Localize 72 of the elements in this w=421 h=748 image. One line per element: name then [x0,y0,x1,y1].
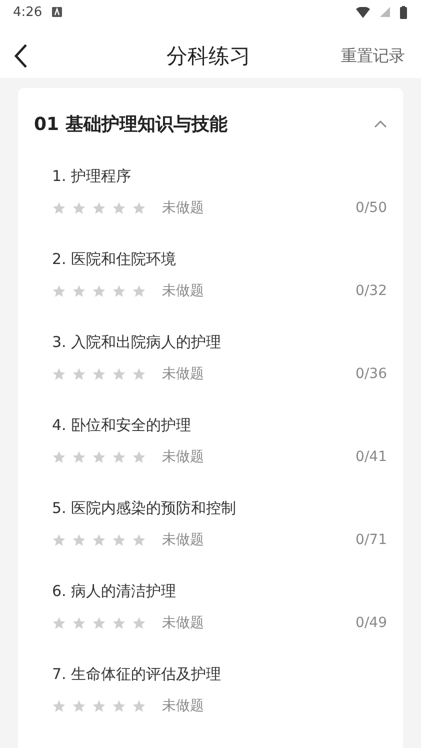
star-icon [52,284,66,298]
status-time: 4:26 [13,4,42,20]
signal-icon [380,7,390,17]
star-icon [72,616,86,630]
star-icon [72,201,86,215]
progress-status: 未做题 [162,365,204,383]
star-icon [112,699,126,713]
question-count: 0/32 [356,283,387,299]
progress-status: 未做题 [162,448,204,466]
star-icon [132,201,146,215]
star-icon [132,284,146,298]
wifi-icon [356,6,370,18]
star-icon [52,450,66,464]
section-title: 6. 病人的清洁护理 [52,582,178,601]
progress-status: 未做题 [162,531,204,549]
star-icon [112,533,126,547]
section-title: 1. 护理程序 [52,167,132,186]
star-icon [112,284,126,298]
star-icon [112,450,126,464]
progress-status: 未做题 [162,614,204,632]
star-icon [132,450,146,464]
star-icon [112,201,126,215]
star-icon [112,367,126,381]
star-icon [72,367,86,381]
star-icon [72,533,86,547]
reset-button[interactable]: 重置记录 [341,46,405,66]
section-title: 4. 卧位和安全的护理 [52,416,192,435]
star-icon [72,699,86,713]
question-count: 0/49 [356,615,387,631]
progress-status: 未做题 [162,282,204,300]
section-item[interactable]: 4. 卧位和安全的护理 未做题 0/41 [18,399,403,482]
star-icon [132,533,146,547]
star-icon [72,284,86,298]
chevron-icon[interactable] [374,120,387,128]
question-count: 0/41 [356,449,387,465]
star-icon [92,533,106,547]
question-count: 0/71 [356,532,387,548]
section-item[interactable]: 2. 医院和住院环境 未做题 0/32 [18,233,403,316]
star-icon [132,699,146,713]
chapter-title: 01 基础护理知识与技能 [34,113,228,136]
star-icon [92,367,106,381]
notification-icon [52,7,62,17]
star-icon [52,533,66,547]
section-item[interactable]: 6. 病人的清洁护理 未做题 0/49 [18,565,403,648]
page-title: 分科练习 [166,43,250,70]
star-icon [132,616,146,630]
section-title: 2. 医院和住院环境 [52,250,178,269]
star-icon [92,699,106,713]
section-item[interactable]: 1. 护理程序 未做题 0/50 [18,150,403,233]
back-icon[interactable] [12,43,30,69]
star-icon [52,201,66,215]
star-icon [92,284,106,298]
star-icon [132,367,146,381]
section-title: 7. 生命体征的评估及护理 [52,665,222,684]
star-icon [52,699,66,713]
section-item[interactable]: 3. 入院和出院病人的护理 未做题 0/36 [18,316,403,399]
star-icon [52,616,66,630]
section-title: 5. 医院内感染的预防和控制 [52,499,238,518]
progress-status: 未做题 [162,199,204,217]
section-item[interactable]: 7. 生命体征的评估及护理 未做题 [18,648,403,731]
section-title: 3. 入院和出院病人的护理 [52,333,222,352]
star-icon [92,201,106,215]
question-count: 0/50 [356,200,387,216]
progress-status: 未做题 [162,697,204,715]
battery-icon [400,6,407,18]
star-icon [112,616,126,630]
star-icon [72,450,86,464]
star-icon [92,616,106,630]
star-icon [92,450,106,464]
question-count: 0/36 [356,366,387,382]
section-item[interactable]: 5. 医院内感染的预防和控制 未做题 0/71 [18,482,403,565]
star-icon [52,367,66,381]
